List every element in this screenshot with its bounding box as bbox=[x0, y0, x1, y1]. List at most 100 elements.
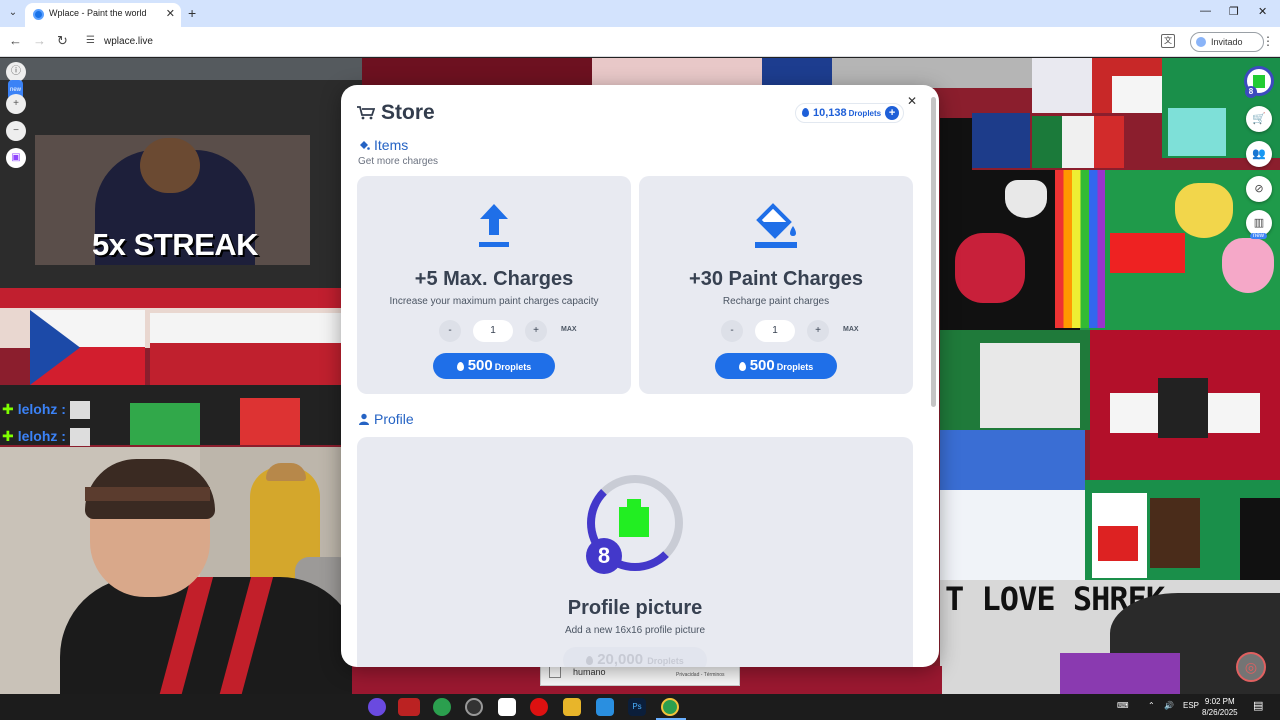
group-icon[interactable]: 👥 bbox=[1246, 141, 1272, 167]
eagle-pixel-art bbox=[1158, 378, 1208, 438]
shopping-cart-icon bbox=[357, 106, 375, 120]
paint-bucket-small-icon bbox=[360, 141, 370, 150]
opera-app-icon[interactable] bbox=[530, 698, 548, 716]
balance-value: 10,138 bbox=[813, 107, 847, 119]
info-icon[interactable]: ⓘ new bbox=[6, 62, 26, 100]
volume-icon[interactable]: 🔊 bbox=[1164, 701, 1174, 710]
chrome-app-icon[interactable] bbox=[433, 698, 451, 716]
sparkle-icon: ✚ bbox=[2, 428, 14, 444]
pixel-art-region bbox=[940, 118, 972, 173]
pixel-art-region bbox=[592, 58, 762, 88]
captcha-checkbox[interactable] bbox=[549, 666, 561, 678]
browser-tab-active[interactable]: Wplace - Paint the world ✕ bbox=[25, 3, 181, 27]
buy-item-button[interactable]: 500 Droplets bbox=[433, 353, 555, 379]
item-description: Recharge paint charges bbox=[722, 296, 830, 307]
chrome-active-app-icon[interactable] bbox=[661, 698, 679, 716]
zoom-out-icon[interactable]: − bbox=[6, 121, 26, 141]
increase-quantity-button[interactable]: + bbox=[525, 320, 547, 342]
decrease-quantity-button[interactable]: - bbox=[721, 320, 743, 342]
rainbow-flag-pixel-art bbox=[1055, 170, 1105, 328]
store-item-card: +5 Max. Charges Increase your maximum pa… bbox=[357, 176, 631, 394]
streak-overlay-text: 5x STREAK bbox=[92, 227, 259, 262]
user-avatar[interactable]: 8 bbox=[1244, 66, 1274, 98]
quantity-stepper: - 1 + MAX bbox=[439, 320, 579, 342]
discord-app-icon[interactable] bbox=[368, 698, 386, 716]
translate-icon[interactable]: 文 bbox=[1161, 34, 1175, 48]
clock[interactable]: 9:02 PM 8/26/2025 bbox=[1202, 696, 1238, 718]
location-target-icon[interactable]: ◎ bbox=[1236, 652, 1266, 682]
captcha-links[interactable]: Privacidad - Términos bbox=[676, 672, 725, 678]
language-indicator[interactable]: ESP bbox=[1183, 701, 1199, 710]
modal-scrollbar[interactable] bbox=[931, 97, 936, 407]
file-explorer-icon[interactable] bbox=[563, 698, 581, 716]
droplet-balance: 10,138 Droplets + bbox=[795, 103, 905, 123]
back-arrow-icon[interactable]: ← bbox=[9, 33, 22, 48]
chat-separator: : bbox=[61, 428, 66, 444]
droplet-icon bbox=[802, 108, 809, 117]
browser-toolbar: ← → ↻ ☰ wplace.live bbox=[0, 27, 1280, 57]
person-icon bbox=[359, 413, 369, 425]
overlay-video-face bbox=[140, 138, 200, 193]
new-badge: new bbox=[1250, 233, 1268, 239]
webcam-headband bbox=[85, 487, 210, 501]
notifications-icon[interactable]: ▤ bbox=[1253, 699, 1263, 712]
zoom-in-icon[interactable]: + bbox=[6, 94, 26, 114]
droplet-icon bbox=[586, 656, 594, 665]
quantity-input[interactable]: 1 bbox=[473, 320, 513, 342]
browser-menu-icon[interactable]: ⋮ bbox=[1262, 34, 1274, 48]
photoshop-app-icon[interactable]: Ps bbox=[628, 698, 646, 716]
increase-quantity-button[interactable]: + bbox=[807, 320, 829, 342]
profile-chip[interactable]: Invitado bbox=[1190, 32, 1264, 52]
chat-message: ✚ lelohz : bbox=[2, 428, 90, 447]
tab-close-icon[interactable]: ✕ bbox=[166, 7, 175, 20]
add-droplets-button[interactable]: + bbox=[885, 106, 900, 120]
chat-message: ✚ lelohz : bbox=[2, 401, 90, 420]
reload-icon[interactable]: ↻ bbox=[57, 33, 68, 49]
pixel-art-region bbox=[1112, 76, 1162, 113]
twitch-icon[interactable]: ▣ bbox=[6, 148, 26, 168]
voicemod-app-icon[interactable] bbox=[398, 698, 420, 716]
site-info-icon[interactable]: ☰ bbox=[86, 35, 95, 46]
items-section-title: Items bbox=[358, 137, 408, 153]
tray-chevron-icon[interactable]: ⌃ bbox=[1148, 701, 1155, 710]
pixel-art-region bbox=[0, 58, 362, 80]
buy-profile-picture-button[interactable]: 20,000 Droplets bbox=[563, 647, 707, 667]
new-tab-plus-icon[interactable]: + bbox=[188, 5, 196, 21]
item-title: +5 Max. Charges bbox=[414, 268, 574, 290]
items-subtitle: Get more charges bbox=[358, 156, 439, 167]
close-icon[interactable]: ✕ bbox=[907, 94, 917, 108]
max-quantity-button[interactable]: MAX bbox=[561, 326, 577, 333]
photos-app-icon[interactable] bbox=[596, 698, 614, 716]
profile-item-title: Profile picture bbox=[567, 597, 703, 619]
captcha-label: humano bbox=[573, 667, 606, 677]
cart-icon[interactable]: 🛒 bbox=[1246, 106, 1272, 132]
tab-search-chevron-icon[interactable]: ⌄ bbox=[4, 4, 22, 22]
pixel-art-region bbox=[150, 313, 362, 343]
item-price: 500 bbox=[749, 357, 775, 374]
restore-icon[interactable]: ❐ bbox=[1229, 5, 1239, 18]
pixel-art-region bbox=[240, 398, 300, 445]
forward-arrow-icon[interactable]: → bbox=[33, 33, 46, 48]
quantity-input[interactable]: 1 bbox=[755, 320, 795, 342]
minimize-icon[interactable]: — bbox=[1200, 5, 1211, 17]
window-close-icon[interactable]: ✕ bbox=[1258, 5, 1267, 18]
obs-app-icon[interactable] bbox=[465, 698, 483, 716]
explore-icon[interactable]: ⊘ bbox=[1246, 176, 1272, 202]
keyboard-icon[interactable]: ⌨ bbox=[1117, 701, 1129, 710]
profile-section-title: Profile bbox=[358, 411, 414, 427]
pixel-art-region bbox=[1094, 116, 1124, 168]
decrease-quantity-button[interactable]: - bbox=[439, 320, 461, 342]
item-price: 500 bbox=[467, 357, 493, 374]
pixel-art-region bbox=[0, 288, 362, 308]
webcam-video bbox=[0, 447, 352, 694]
max-quantity-button[interactable]: MAX bbox=[843, 326, 859, 333]
capcut-app-icon[interactable] bbox=[498, 698, 516, 716]
buy-item-button[interactable]: 500 Droplets bbox=[715, 353, 837, 379]
tab-title: Wplace - Paint the world bbox=[49, 8, 147, 18]
profile-price: 20,000 bbox=[597, 651, 644, 667]
pixel-art-region bbox=[130, 403, 200, 445]
url-text[interactable]: wplace.live bbox=[104, 36, 153, 47]
guest-profile-icon bbox=[1196, 37, 1206, 47]
address-bar[interactable]: ☰ wplace.live bbox=[80, 30, 1180, 54]
heart-pixel-art bbox=[1222, 238, 1274, 293]
